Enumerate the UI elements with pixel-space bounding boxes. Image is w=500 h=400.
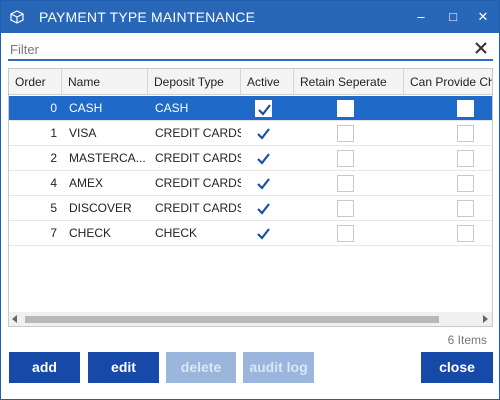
cell-deposit-type: CASH — [155, 101, 189, 115]
scrollbar-thumb[interactable] — [25, 316, 439, 323]
can-provide-checkbox[interactable] — [457, 100, 474, 117]
can-provide-checkbox[interactable] — [457, 125, 474, 142]
column-header-order[interactable]: Order — [9, 69, 62, 94]
window-close-button[interactable]: ✕ — [473, 7, 493, 27]
payment-types-grid: Order Name Deposit Type Active Retain Se… — [8, 68, 493, 327]
cell-name: AMEX — [69, 176, 104, 190]
minimize-button[interactable]: – — [411, 7, 431, 27]
window-title: PAYMENT TYPE MAINTENANCE — [39, 9, 256, 25]
cell-deposit-type: CREDIT CARDS — [155, 151, 241, 165]
filter-input[interactable] — [8, 39, 463, 59]
can-provide-checkbox[interactable] — [457, 175, 474, 192]
cell-order: 1 — [50, 126, 57, 140]
column-header-name[interactable]: Name — [62, 69, 148, 94]
horizontal-scrollbar[interactable] — [9, 312, 492, 326]
retain-separate-checkbox[interactable] — [337, 225, 354, 242]
cell-deposit-type: CHECK — [155, 226, 198, 240]
retain-separate-checkbox[interactable] — [337, 200, 354, 217]
checkmark-icon — [258, 104, 271, 116]
add-button[interactable]: add — [9, 352, 80, 383]
table-row[interactable]: 0 CASH CASH — [9, 96, 492, 121]
cell-order: 4 — [50, 176, 57, 190]
cell-order: 2 — [50, 151, 57, 165]
checkmark-icon — [257, 178, 270, 190]
can-provide-checkbox[interactable] — [457, 225, 474, 242]
active-checkbox[interactable] — [255, 225, 272, 242]
scroll-left-icon[interactable] — [11, 315, 19, 323]
cell-name: CASH — [69, 101, 103, 115]
grid-header: Order Name Deposit Type Active Retain Se… — [9, 69, 492, 95]
retain-separate-checkbox[interactable] — [337, 150, 354, 167]
retain-separate-checkbox[interactable] — [337, 125, 354, 142]
active-checkbox[interactable] — [255, 100, 272, 117]
cell-deposit-type: CREDIT CARDS — [155, 126, 241, 140]
title-bar[interactable]: PAYMENT TYPE MAINTENANCE – □ ✕ — [1, 1, 499, 33]
cell-deposit-type: CREDIT CARDS — [155, 176, 241, 190]
cube-icon — [10, 10, 24, 24]
scroll-right-icon[interactable] — [481, 315, 489, 323]
close-icon[interactable] — [473, 40, 489, 56]
delete-button[interactable]: delete — [166, 352, 236, 383]
cell-order: 0 — [50, 101, 57, 115]
retain-separate-checkbox[interactable] — [337, 175, 354, 192]
active-checkbox[interactable] — [255, 200, 272, 217]
cell-name: VISA — [69, 126, 97, 140]
table-row[interactable]: 5 DISCOVER CREDIT CARDS — [9, 196, 492, 221]
checkmark-icon — [257, 228, 270, 240]
checkmark-icon — [257, 128, 270, 140]
active-checkbox[interactable] — [255, 125, 272, 142]
items-count: 6 Items — [447, 333, 487, 347]
audit-log-button[interactable]: audit log — [243, 352, 314, 383]
cell-order: 7 — [50, 226, 57, 240]
cell-deposit-type: CREDIT CARDS — [155, 201, 241, 215]
cell-order: 5 — [50, 201, 57, 215]
table-row[interactable]: 1 VISA CREDIT CARDS — [9, 121, 492, 146]
checkmark-icon — [257, 203, 270, 215]
close-button[interactable]: close — [421, 352, 493, 383]
maximize-button[interactable]: □ — [443, 7, 463, 27]
cell-name: CHECK — [69, 226, 112, 240]
can-provide-checkbox[interactable] — [457, 200, 474, 217]
column-header-can-provide[interactable]: Can Provide Cha — [404, 69, 492, 94]
active-checkbox[interactable] — [255, 175, 272, 192]
column-header-retain-separate[interactable]: Retain Seperate — [294, 69, 404, 94]
table-row[interactable]: 4 AMEX CREDIT CARDS — [9, 171, 492, 196]
edit-button[interactable]: edit — [88, 352, 159, 383]
filter-bar — [8, 39, 493, 61]
column-header-deposit-type[interactable]: Deposit Type — [148, 69, 241, 94]
table-row[interactable]: 2 MASTERCA... CREDIT CARDS — [9, 146, 492, 171]
table-row[interactable]: 7 CHECK CHECK — [9, 221, 492, 246]
checkmark-icon — [257, 153, 270, 165]
can-provide-checkbox[interactable] — [457, 150, 474, 167]
cell-name: DISCOVER — [69, 201, 132, 215]
column-header-active[interactable]: Active — [241, 69, 294, 94]
cell-name: MASTERCA... — [69, 151, 146, 165]
payment-type-window: PAYMENT TYPE MAINTENANCE – □ ✕ Order Nam… — [0, 0, 500, 400]
retain-separate-checkbox[interactable] — [337, 100, 354, 117]
active-checkbox[interactable] — [255, 150, 272, 167]
